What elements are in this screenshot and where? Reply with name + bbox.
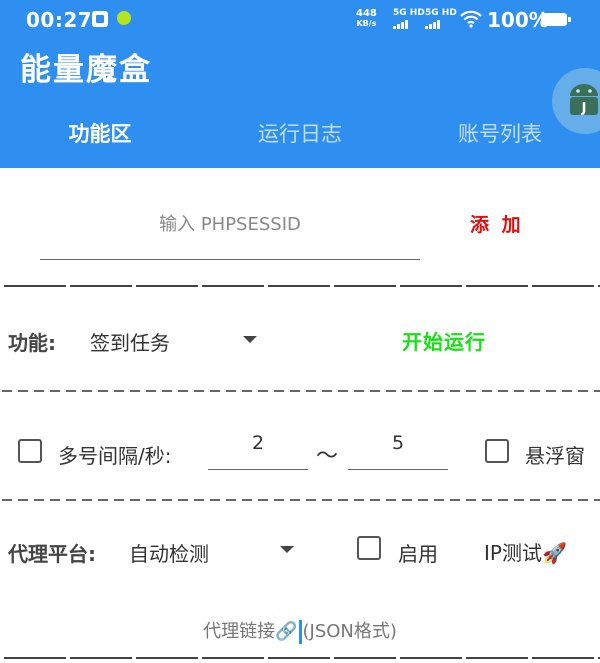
proxy-enable-label: 启用 bbox=[398, 542, 438, 566]
add-button[interactable]: 添 加 bbox=[470, 210, 524, 237]
network-speed-value: 448 bbox=[356, 8, 377, 19]
app-title: 能量魔盒 bbox=[20, 52, 152, 88]
app-notification-icon bbox=[117, 11, 131, 25]
interval-min-input[interactable]: 2 bbox=[208, 432, 308, 454]
divider-3 bbox=[2, 499, 600, 501]
function-label: 功能: bbox=[8, 331, 56, 355]
network-speed: 448 KB/s bbox=[356, 9, 377, 29]
tab-functions[interactable]: 功能区 bbox=[0, 110, 200, 162]
tab-run-log[interactable]: 运行日志 bbox=[200, 110, 400, 162]
proxy-dropdown-icon[interactable] bbox=[280, 546, 294, 553]
battery-icon bbox=[541, 13, 571, 26]
status-time: 00:27 bbox=[26, 8, 93, 32]
svg-text:J: J bbox=[581, 101, 587, 116]
ip-test-button[interactable]: IP测试🚀 bbox=[484, 537, 567, 566]
wifi-icon bbox=[460, 9, 482, 33]
divider-1 bbox=[4, 285, 600, 287]
interval-min-underline bbox=[208, 469, 308, 470]
notification-icon bbox=[92, 11, 108, 27]
status-bar: 00:27 448 KB/s 5G HD 5G HD 100% bbox=[0, 0, 600, 40]
proxy-platform-label: 代理平台: bbox=[8, 542, 96, 566]
interval-max-input[interactable]: 5 bbox=[348, 432, 448, 454]
multi-account-interval-checkbox[interactable] bbox=[18, 439, 42, 463]
divider-4 bbox=[4, 657, 600, 659]
app-bar: 00:27 448 KB/s 5G HD 5G HD 100% 能量魔盒 功能区… bbox=[0, 0, 600, 168]
floating-window-label: 悬浮窗 bbox=[525, 444, 585, 468]
interval-max-underline bbox=[348, 469, 448, 470]
start-run-button[interactable]: 开始运行 bbox=[402, 326, 486, 355]
android-icon: J bbox=[570, 84, 598, 116]
phpsessid-underline bbox=[40, 259, 420, 260]
signal-icon-1: 5G HD bbox=[393, 9, 425, 29]
function-select[interactable]: 签到任务 bbox=[90, 327, 170, 356]
network-speed-unit: KB/s bbox=[356, 19, 377, 28]
proxy-platform-select[interactable]: 自动检测 bbox=[129, 538, 209, 567]
proxy-enable-checkbox[interactable] bbox=[357, 536, 381, 560]
floating-window-checkbox[interactable] bbox=[485, 439, 509, 463]
signal-icon-2: 5G HD bbox=[425, 9, 457, 29]
function-dropdown-icon[interactable] bbox=[243, 336, 257, 343]
text-cursor bbox=[298, 620, 302, 644]
proxy-link-input[interactable]: 代理链接🔗 (JSON格式) bbox=[150, 617, 450, 644]
divider-2 bbox=[2, 390, 600, 392]
interval-label: 多号间隔/秒: bbox=[58, 444, 172, 468]
tab-indicator bbox=[0, 163, 200, 168]
tab-bar: 功能区 运行日志 账号列表 bbox=[0, 110, 600, 162]
interval-separator: ～ bbox=[316, 444, 339, 469]
phpsessid-input[interactable]: 输入 PHPSESSID bbox=[40, 210, 420, 236]
battery-percent: 100% bbox=[487, 8, 549, 32]
